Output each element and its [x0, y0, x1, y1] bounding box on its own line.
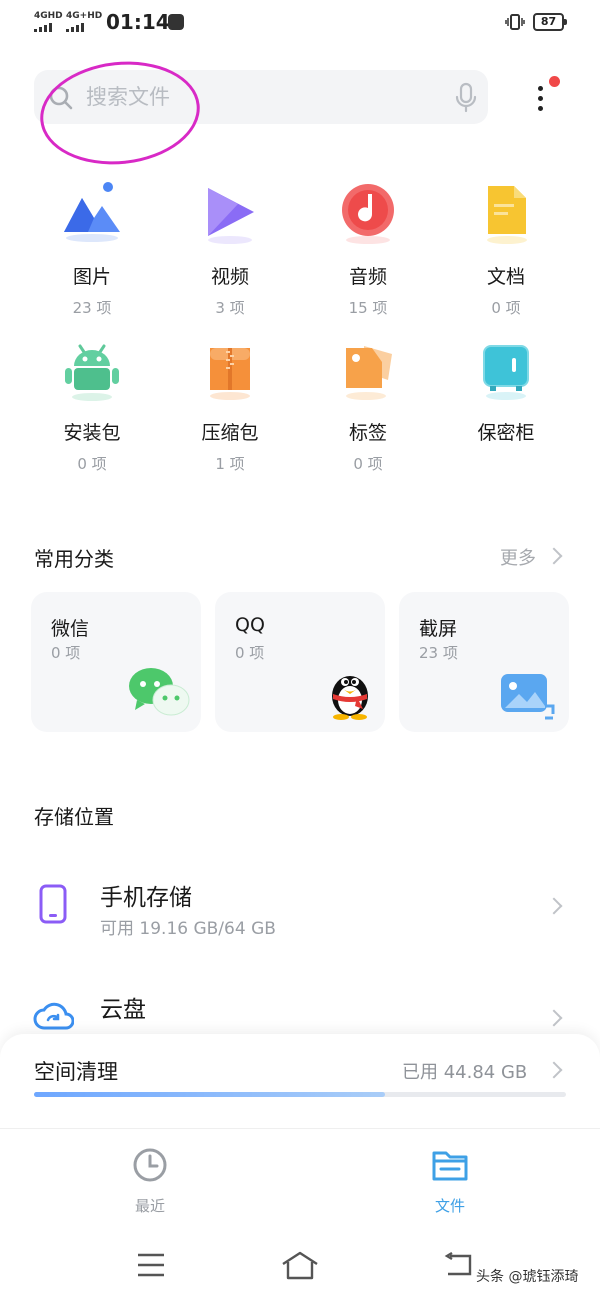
tag-icon: [346, 346, 392, 400]
storage-detail: 可用 19.16 GB/64 GB: [100, 919, 276, 939]
status-time: 01:14: [106, 10, 170, 34]
category-count: 0 项: [491, 299, 521, 317]
tab-label: 文件: [434, 1197, 465, 1215]
notification-dot: [549, 76, 560, 87]
menu-icon[interactable]: [136, 1252, 166, 1278]
category-name: 压缩包: [201, 422, 259, 444]
watermark-text: 头条 @琥钰添琦: [476, 1269, 579, 1285]
back-icon[interactable]: [442, 1252, 474, 1280]
category-count: 3 项: [215, 299, 245, 317]
storage-phone[interactable]: 手机存储 可用 19.16 GB/64 GB: [0, 860, 600, 960]
cleanup-title: 空间清理: [34, 1060, 118, 1084]
home-icon[interactable]: [280, 1250, 320, 1280]
signal-2: 4G+HD: [66, 12, 102, 32]
category-name: 图片: [72, 266, 111, 288]
status-bar: 4GHD 4G+HD 01:14 87: [0, 0, 600, 46]
category-count: 0 项: [77, 455, 107, 473]
card-wechat[interactable]: 微信 0 项: [31, 592, 201, 732]
network-type-1: 4GHD: [34, 11, 63, 21]
music-note-icon: [342, 184, 394, 244]
document-icon: [487, 186, 527, 244]
category-count: 23 项: [72, 299, 112, 317]
card-name: 微信: [51, 618, 90, 640]
android-icon: [65, 344, 119, 401]
tab-files[interactable]: 文件: [390, 1147, 510, 1216]
clock-icon: [133, 1148, 167, 1182]
card-count: 0 项: [235, 644, 265, 662]
mic-icon[interactable]: [454, 82, 478, 114]
storage-name: 手机存储: [100, 885, 192, 911]
chevron-right-icon: [545, 1061, 563, 1079]
chevron-right-icon: [545, 897, 563, 915]
category-audio[interactable]: 音频 15 项: [308, 182, 428, 318]
tab-recent[interactable]: 最近: [90, 1147, 210, 1216]
signal-1: 4GHD: [34, 12, 63, 32]
more-link[interactable]: 更多: [500, 544, 536, 570]
category-archives[interactable]: 压缩包 1 项: [170, 338, 290, 474]
signal-bars-icon: [34, 23, 63, 32]
category-tags[interactable]: 标签 0 项: [308, 338, 428, 474]
safe-box-icon: [483, 345, 529, 400]
chevron-right-icon: [545, 1009, 563, 1027]
card-count: 23 项: [419, 644, 458, 662]
battery-icon: 87: [533, 13, 567, 31]
category-safe[interactable]: 保密柜: [446, 338, 566, 453]
category-count: 1 项: [215, 455, 245, 473]
vibrate-icon: [505, 14, 525, 30]
storage-section-title: 存储位置: [34, 805, 114, 829]
card-count: 0 项: [51, 644, 81, 662]
category-count: 15 项: [348, 299, 388, 317]
card-name: QQ: [235, 614, 265, 636]
storage-used: 已用 44.84 GB: [402, 1062, 528, 1083]
category-apk[interactable]: 安装包 0 项: [32, 338, 152, 474]
signal-bars-icon: [66, 23, 102, 32]
space-cleanup-panel[interactable]: 空间清理 已用 44.84 GB: [0, 1034, 600, 1130]
bottom-tab-bar: 最近 文件: [0, 1128, 600, 1228]
storage-progress-fill: [34, 1092, 386, 1097]
cloud-icon: [33, 1002, 74, 1030]
category-videos[interactable]: 视频 3 项: [170, 182, 290, 318]
notification-app-icon: [168, 14, 184, 30]
category-name: 视频: [210, 266, 249, 288]
zip-archive-icon: [210, 348, 250, 400]
chevron-right-icon: [545, 547, 563, 565]
phone-icon: [39, 884, 67, 924]
card-name: 截屏: [419, 618, 458, 640]
category-name: 标签: [348, 422, 387, 444]
system-nav-bar: [0, 1230, 600, 1300]
storage-progress-track: [34, 1092, 566, 1097]
category-name: 音频: [348, 266, 387, 288]
category-count: 0 项: [353, 455, 383, 473]
card-qq[interactable]: QQ 0 项: [215, 592, 385, 732]
video-play-icon: [208, 188, 254, 244]
folder-icon: [432, 1151, 468, 1181]
screenshot-icon: [501, 674, 555, 720]
category-name: 安装包: [63, 422, 121, 444]
category-name: 文档: [486, 266, 525, 288]
category-images[interactable]: 图片 23 项: [32, 182, 152, 318]
category-documents[interactable]: 文档 0 项: [446, 182, 566, 318]
wechat-icon: [129, 668, 190, 716]
category-name: 保密柜: [477, 422, 535, 444]
more-label: 更多: [500, 548, 536, 569]
network-type-2: 4G+HD: [66, 11, 103, 21]
card-screenshots[interactable]: 截屏 23 项: [399, 592, 569, 732]
qq-penguin-icon: [332, 676, 368, 720]
image-icon: [64, 182, 120, 242]
tab-label: 最近: [134, 1197, 165, 1215]
common-section-title: 常用分类: [34, 547, 114, 571]
storage-name: 云盘: [100, 997, 146, 1023]
